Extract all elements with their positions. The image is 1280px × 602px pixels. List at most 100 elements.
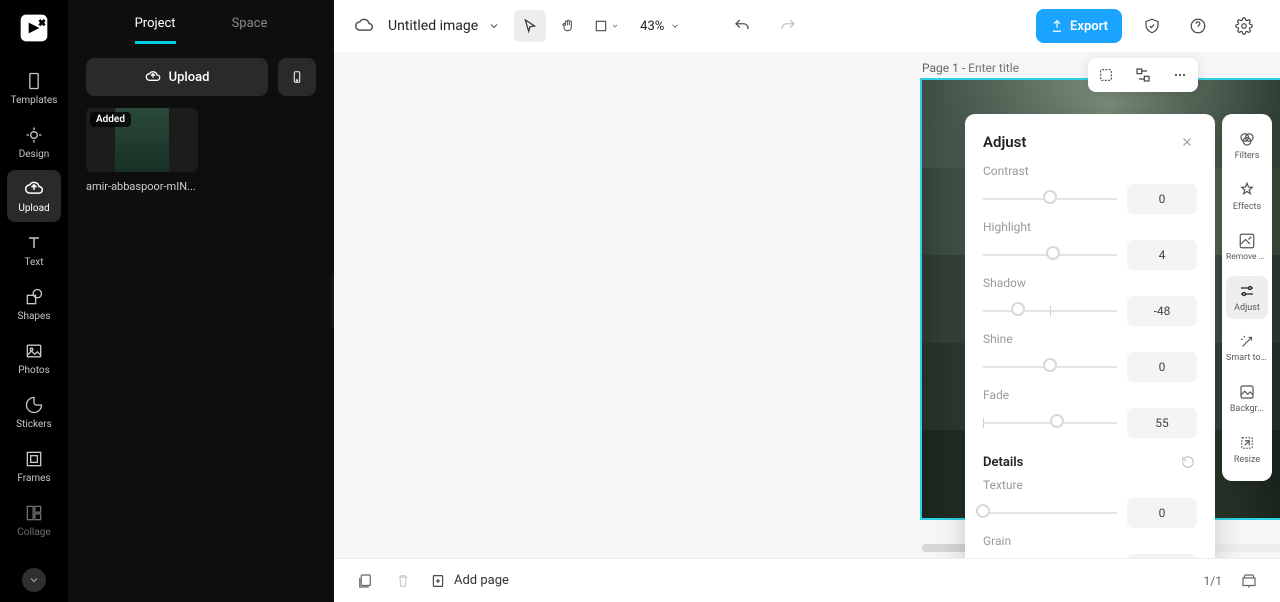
pages-icon[interactable] (354, 570, 376, 592)
rail-label: Resize (1234, 455, 1260, 465)
replace-icon[interactable] (1130, 62, 1156, 88)
asset-filename: amir-abbaspoor-mIN... (86, 180, 198, 193)
nav-frames[interactable]: Frames (7, 440, 61, 492)
upload-label: Upload (169, 70, 210, 85)
value-input[interactable]: 4 (1127, 240, 1197, 270)
tab-space[interactable]: Space (232, 16, 268, 44)
rail-remove-bg[interactable]: Remove backgr... (1226, 226, 1268, 268)
page-title-input[interactable] (968, 61, 1058, 75)
adjust-highlight: Highlight 4 (983, 220, 1197, 270)
slider-knob[interactable] (1043, 358, 1057, 372)
nav-label: Stickers (16, 419, 52, 430)
rail-label: Effects (1233, 202, 1261, 212)
value-input[interactable]: 55 (1127, 408, 1197, 438)
control-label: Highlight (983, 220, 1197, 234)
slider[interactable] (983, 301, 1117, 321)
add-page-button[interactable]: Add page (430, 573, 509, 589)
adjust-panel: Adjust Contrast0Highlight4Shadow-48Shine… (965, 114, 1215, 558)
control-label: Fade (983, 388, 1197, 402)
nav-label: Frames (17, 473, 50, 484)
export-button[interactable]: Export (1036, 9, 1122, 43)
undo-button[interactable] (726, 10, 758, 42)
page-label: Page 1 - (922, 61, 1058, 75)
select-tool[interactable] (514, 10, 546, 42)
page-number: Page 1 - (922, 61, 965, 75)
close-icon[interactable] (1177, 132, 1197, 152)
asset-item[interactable]: Added amir-abbaspoor-mIN... (86, 108, 198, 193)
rail-resize[interactable]: Resize (1226, 428, 1268, 471)
nav-templates[interactable]: Templates (7, 62, 61, 114)
device-button[interactable] (278, 58, 316, 96)
export-label: Export (1070, 19, 1108, 34)
rail-filters[interactable]: Filters (1226, 124, 1268, 167)
rail-adjust[interactable]: Adjust (1226, 276, 1268, 319)
value-input[interactable]: 0 (1127, 184, 1197, 214)
slider[interactable] (983, 189, 1117, 209)
slider-knob[interactable] (976, 504, 990, 518)
nav-label: Templates (11, 95, 58, 106)
chevron-down-icon (488, 20, 500, 32)
bottombar: Add page 1/1 (334, 558, 1280, 602)
control-label: Texture (983, 478, 1197, 492)
value-input[interactable]: 0 (1127, 554, 1197, 558)
left-panel-tabs: Project Space (68, 0, 334, 44)
present-icon[interactable] (1238, 570, 1260, 592)
value-input[interactable]: 0 (1127, 352, 1197, 382)
cloud-sync-icon[interactable] (354, 16, 374, 36)
nav-stickers[interactable]: Stickers (7, 386, 61, 438)
nav-shapes[interactable]: Shapes (7, 278, 61, 330)
slider[interactable] (983, 413, 1117, 433)
rail-smart-tools[interactable]: Smart tools (1226, 327, 1268, 369)
slider-knob[interactable] (1050, 414, 1064, 428)
adjust-texture: Texture 0 (983, 478, 1197, 528)
delete-page-icon[interactable] (392, 570, 414, 592)
asset-thumbnail[interactable]: Added (86, 108, 198, 172)
canvas[interactable]: Page 1 - (334, 52, 1280, 558)
upload-button[interactable]: Upload (86, 58, 268, 96)
slider-knob[interactable] (1046, 246, 1060, 260)
reset-icon[interactable] (1181, 454, 1197, 470)
nav-collage[interactable]: Collage (7, 494, 61, 546)
slider-knob[interactable] (1043, 190, 1057, 204)
slider[interactable] (983, 503, 1117, 523)
app-logo[interactable] (18, 12, 50, 44)
nav-label: Text (24, 257, 43, 268)
slider[interactable] (983, 357, 1117, 377)
nav-design[interactable]: Design (7, 116, 61, 168)
rail-background[interactable]: Backgr... (1226, 377, 1268, 420)
adjust-shadow: Shadow-48 (983, 276, 1197, 326)
redo-button[interactable] (772, 10, 804, 42)
nav-label: Upload (18, 203, 49, 214)
rail-label: Remove backgr... (1226, 253, 1268, 262)
adjust-fade: Fade 55 (983, 388, 1197, 438)
nav-upload[interactable]: Upload (7, 170, 61, 222)
document-title[interactable]: Untitled image (388, 18, 500, 34)
pan-tool[interactable] (552, 10, 584, 42)
shield-icon[interactable] (1136, 10, 1168, 42)
left-panel: Project Space Upload Added amir-abbaspoo… (68, 0, 334, 602)
settings-icon[interactable] (1228, 10, 1260, 42)
rail-label: Smart tools (1226, 354, 1268, 363)
rail-effects[interactable]: Effects (1226, 175, 1268, 218)
adjust-title: Adjust (983, 133, 1026, 151)
more-icon[interactable] (1167, 62, 1193, 88)
slider-knob[interactable] (1011, 302, 1025, 316)
rail-label: Filters (1235, 151, 1260, 161)
main-area: Untitled image 43% (334, 0, 1280, 602)
tab-project[interactable]: Project (135, 16, 176, 44)
nav-text[interactable]: Text (7, 224, 61, 276)
zoom-control[interactable]: 43% (636, 19, 684, 34)
adjust-shine: Shine0 (983, 332, 1197, 382)
control-label: Grain (983, 534, 1197, 548)
nav-more-button[interactable] (22, 568, 46, 592)
help-icon[interactable] (1182, 10, 1214, 42)
nav-photos[interactable]: Photos (7, 332, 61, 384)
value-input[interactable]: 0 (1127, 498, 1197, 528)
value-input[interactable]: -48 (1127, 296, 1197, 326)
slider[interactable] (983, 245, 1117, 265)
nav-label: Photos (18, 365, 50, 376)
crop-icon[interactable] (1093, 62, 1119, 88)
nav-rail: Templates Design Upload Text Shapes Phot… (0, 0, 68, 602)
rail-label: Backgr... (1230, 404, 1264, 414)
crop-tool[interactable] (590, 10, 622, 42)
